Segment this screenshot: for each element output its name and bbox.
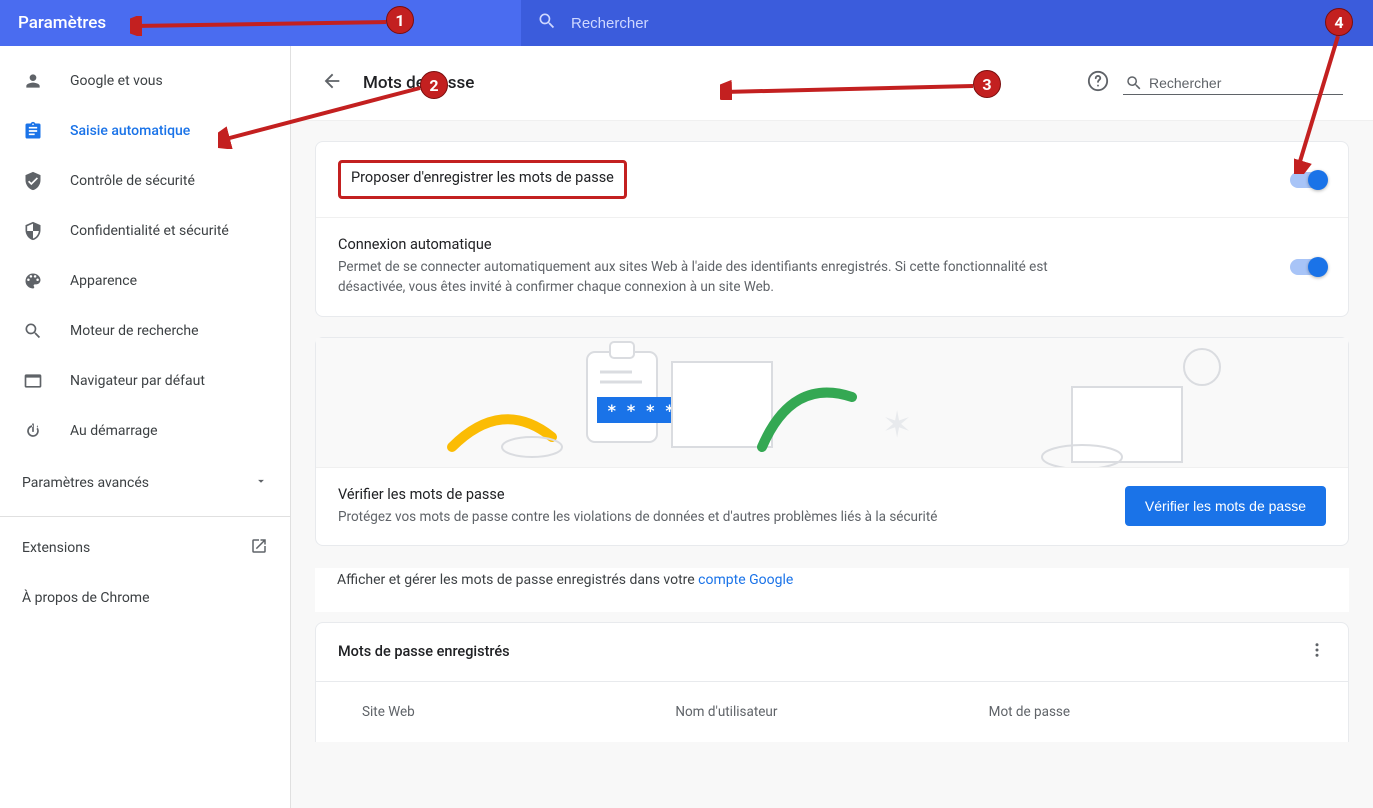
open-external-icon [250, 537, 268, 559]
sidebar-item-startup[interactable]: Au démarrage [0, 406, 290, 456]
col-pass: Mot de passe [989, 704, 1302, 720]
search-icon [537, 11, 557, 35]
saved-passwords-header: Mots de passe enregistrés [315, 622, 1349, 682]
annotation-marker-1: 1 [386, 6, 414, 34]
palette-icon [22, 270, 44, 292]
settings-card: Proposer d'enregistrer les mots de passe… [315, 141, 1349, 317]
sidebar-item-appearance[interactable]: Apparence [0, 256, 290, 306]
saved-passwords-table-head: Site Web Nom d'utilisateur Mot de passe [315, 682, 1349, 742]
more-options-button[interactable] [1308, 641, 1326, 663]
advanced-label: Paramètres avancés [22, 475, 149, 491]
illustration: * * * * | ✶ [316, 338, 1348, 468]
global-search-input[interactable] [571, 15, 1357, 32]
verify-passwords-button[interactable]: Vérifier les mots de passe [1125, 486, 1326, 526]
sidebar-item-label: Au démarrage [70, 423, 158, 439]
annotation-marker-3: 3 [973, 70, 1001, 98]
global-search[interactable] [521, 0, 1373, 46]
row-title: Vérifier les mots de passe [338, 486, 937, 503]
chevron-down-icon [254, 474, 268, 492]
sidebar-item-search-engine[interactable]: Moteur de recherche [0, 306, 290, 356]
row-title: Proposer d'enregistrer les mots de passe [351, 169, 614, 186]
toggle-auto-signin[interactable] [1290, 259, 1326, 275]
sidebar-item-default-browser[interactable]: Navigateur par défaut [0, 356, 290, 406]
col-site: Site Web [362, 704, 675, 720]
sidebar-item-label: Moteur de recherche [70, 323, 199, 339]
manage-passwords-text: Afficher et gérer les mots de passe enre… [315, 568, 1349, 612]
verify-card: * * * * | ✶ Vérifier les mots de passe P… [315, 337, 1349, 546]
browser-icon [22, 370, 44, 392]
sidebar-advanced[interactable]: Paramètres avancés [0, 456, 290, 510]
row-offer-save-passwords: Proposer d'enregistrer les mots de passe [316, 142, 1348, 218]
clipboard-icon [22, 120, 44, 142]
extensions-label: Extensions [22, 540, 90, 556]
row-title: Connexion automatique [338, 236, 1058, 253]
col-user: Nom d'utilisateur [675, 704, 988, 720]
google-account-link[interactable]: compte Google [698, 572, 793, 588]
saved-title: Mots de passe enregistrés [338, 643, 510, 660]
row-auto-signin: Connexion automatique Permet de se conne… [316, 218, 1348, 316]
about-label: À propos de Chrome [22, 590, 150, 606]
svg-text:✶: ✶ [882, 404, 912, 446]
sidebar: Google et vous Saisie automatique Contrô… [0, 46, 291, 808]
shield-check-icon [22, 170, 44, 192]
row-desc: Permet de se connecter automatiquement a… [338, 257, 1058, 298]
annotation-marker-2: 2 [420, 71, 448, 99]
manage-text: Afficher et gérer les mots de passe enre… [337, 572, 698, 588]
sidebar-item-label: Saisie automatique [70, 123, 190, 139]
sidebar-item-label: Navigateur par défaut [70, 373, 205, 389]
divider [0, 516, 290, 517]
sidebar-item-about[interactable]: À propos de Chrome [0, 573, 290, 623]
row-desc: Protégez vos mots de passe contre les vi… [338, 507, 937, 527]
search-icon [1125, 74, 1143, 92]
sidebar-item-label: Confidentialité et sécurité [70, 223, 229, 239]
person-icon [22, 70, 44, 92]
sidebar-item-label: Apparence [70, 273, 137, 289]
sidebar-item-label: Contrôle de sécurité [70, 173, 195, 189]
shield-icon [22, 220, 44, 242]
annotation-marker-4: 4 [1325, 8, 1353, 36]
sidebar-item-label: Google et vous [70, 73, 163, 89]
annotation-highlight: Proposer d'enregistrer les mots de passe [338, 160, 627, 199]
magnify-icon [22, 320, 44, 342]
sidebar-item-extensions[interactable]: Extensions [0, 523, 290, 573]
row-verify-passwords: Vérifier les mots de passe Protégez vos … [316, 468, 1348, 545]
sidebar-item-security-check[interactable]: Contrôle de sécurité [0, 156, 290, 206]
power-icon [22, 420, 44, 442]
sidebar-item-privacy[interactable]: Confidentialité et sécurité [0, 206, 290, 256]
main-content: Mots de passe Proposer d'enregistrer les… [291, 46, 1373, 808]
help-button[interactable] [1087, 70, 1109, 96]
